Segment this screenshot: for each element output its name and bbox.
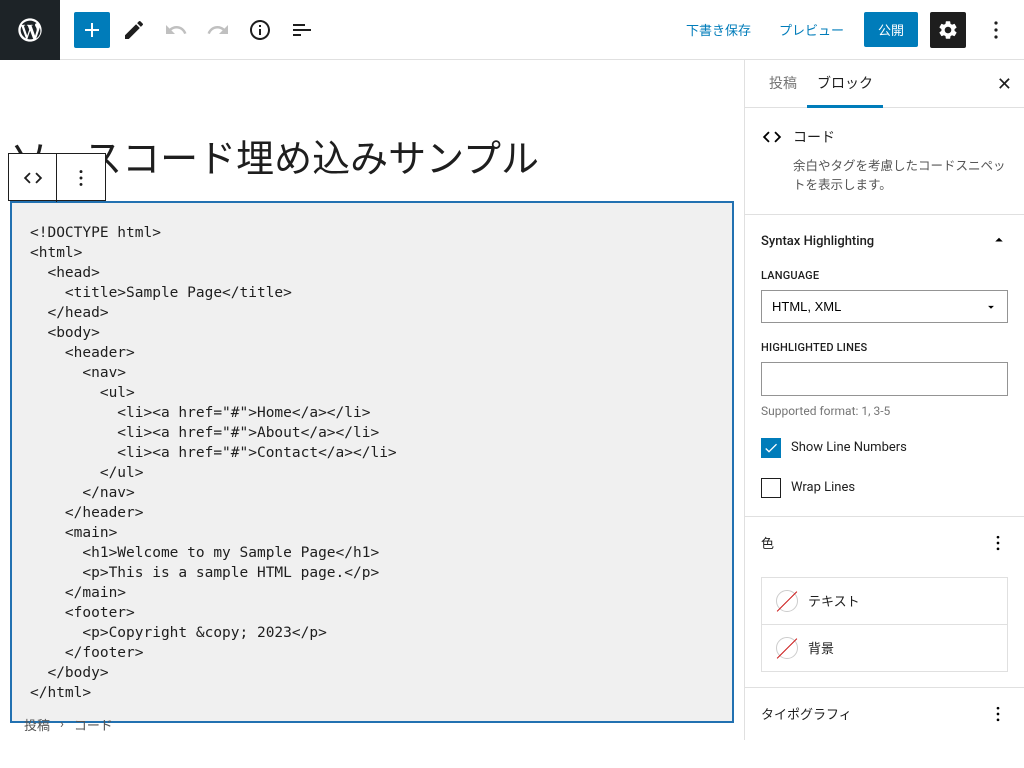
edit-mode-button[interactable]: [116, 12, 152, 48]
show-line-numbers-label: Show Line Numbers: [791, 440, 907, 455]
syntax-panel-header[interactable]: Syntax Highlighting: [745, 215, 1024, 269]
close-sidebar-button[interactable]: ✕: [997, 74, 1012, 95]
syntax-panel-title: Syntax Highlighting: [761, 234, 874, 249]
wrap-lines-checkbox[interactable]: [761, 478, 781, 498]
block-toolbar: [8, 153, 106, 201]
publish-button[interactable]: 公開: [864, 12, 918, 47]
tab-post[interactable]: 投稿: [759, 60, 807, 108]
color-panel-title: 色: [761, 533, 774, 552]
settings-button[interactable]: [930, 12, 966, 48]
code-block-wrapper: <!DOCTYPE html> <html> <head> <title>Sam…: [10, 201, 734, 723]
save-draft-button[interactable]: 下書き保存: [678, 14, 759, 45]
block-more-button[interactable]: [57, 154, 105, 202]
language-select[interactable]: HTML, XML: [761, 290, 1008, 323]
color-text-label: テキスト: [808, 591, 860, 610]
code-content[interactable]: <!DOCTYPE html> <html> <head> <title>Sam…: [30, 225, 397, 701]
breadcrumb-code[interactable]: コード: [74, 715, 113, 734]
page-title[interactable]: ソースコード埋め込みサンプル: [10, 128, 744, 183]
typography-panel-title: タイポグラフィ: [761, 704, 852, 723]
wordpress-logo[interactable]: [0, 0, 60, 60]
tab-block[interactable]: ブロック: [807, 60, 883, 108]
color-swatch-text: [776, 590, 798, 612]
breadcrumb-sep: ›: [60, 717, 64, 732]
language-select-wrap: HTML, XML: [761, 290, 1008, 323]
toolbar-left: [60, 12, 320, 48]
highlighted-lines-label: HIGHLIGHTED LINES: [761, 341, 1008, 354]
color-background-label: 背景: [808, 638, 834, 657]
color-swatch-background: [776, 637, 798, 659]
block-info-panel: コード 余白やタグを考慮したコードスニペットを表示します。: [745, 108, 1024, 215]
highlighted-lines-hint: Supported format: 1, 3-5: [761, 404, 1008, 418]
code-icon: [761, 126, 783, 148]
show-line-numbers-row: Show Line Numbers: [761, 438, 1008, 458]
block-info-desc: 余白やタグを考慮したコードスニペットを表示します。: [793, 158, 1008, 196]
topbar: 下書き保存 プレビュー 公開: [0, 0, 1024, 60]
highlighted-lines-input[interactable]: [761, 362, 1008, 396]
block-type-icon[interactable]: [9, 154, 57, 202]
breadcrumb-post[interactable]: 投稿: [24, 715, 50, 734]
color-panel-more-icon[interactable]: [988, 533, 1008, 553]
undo-button[interactable]: [158, 12, 194, 48]
block-info-title: コード: [793, 127, 835, 147]
wrap-lines-label: Wrap Lines: [791, 480, 855, 495]
info-button[interactable]: [242, 12, 278, 48]
color-background-item[interactable]: 背景: [761, 624, 1008, 672]
main-area: ソースコード埋め込みサンプル <!DOCTYPE html> <html> <h…: [0, 60, 1024, 740]
wrap-lines-row: Wrap Lines: [761, 478, 1008, 498]
sidebar: 投稿 ブロック ✕ コード 余白やタグを考慮したコードスニペットを表示します。 …: [744, 60, 1024, 740]
block-info-header: コード: [761, 126, 1008, 148]
preview-button[interactable]: プレビュー: [771, 14, 852, 45]
editor: ソースコード埋め込みサンプル <!DOCTYPE html> <html> <h…: [0, 60, 744, 740]
syntax-panel-body: LANGUAGE HTML, XML HIGHLIGHTED LINES Sup…: [745, 269, 1024, 516]
redo-button[interactable]: [200, 12, 236, 48]
add-block-button[interactable]: [74, 12, 110, 48]
color-panel-body: テキスト 背景: [745, 569, 1024, 687]
typography-panel-header[interactable]: タイポグラフィ: [745, 688, 1024, 740]
code-block[interactable]: <!DOCTYPE html> <html> <head> <title>Sam…: [10, 201, 734, 723]
syntax-highlighting-panel: Syntax Highlighting LANGUAGE HTML, XML H…: [745, 215, 1024, 517]
typography-panel: タイポグラフィ: [745, 688, 1024, 741]
language-label: LANGUAGE: [761, 269, 1008, 282]
color-text-item[interactable]: テキスト: [761, 577, 1008, 625]
toolbar-right: 下書き保存 プレビュー 公開: [678, 12, 1024, 48]
chevron-up-icon: [990, 231, 1008, 253]
show-line-numbers-checkbox[interactable]: [761, 438, 781, 458]
color-panel: 色 テキスト 背景: [745, 517, 1024, 688]
more-options-button[interactable]: [978, 12, 1014, 48]
typography-panel-more-icon[interactable]: [988, 704, 1008, 724]
sidebar-tabs: 投稿 ブロック ✕: [745, 60, 1024, 108]
outline-button[interactable]: [284, 12, 320, 48]
breadcrumb: 投稿 › コード: [24, 715, 113, 734]
color-panel-header[interactable]: 色: [745, 517, 1024, 569]
